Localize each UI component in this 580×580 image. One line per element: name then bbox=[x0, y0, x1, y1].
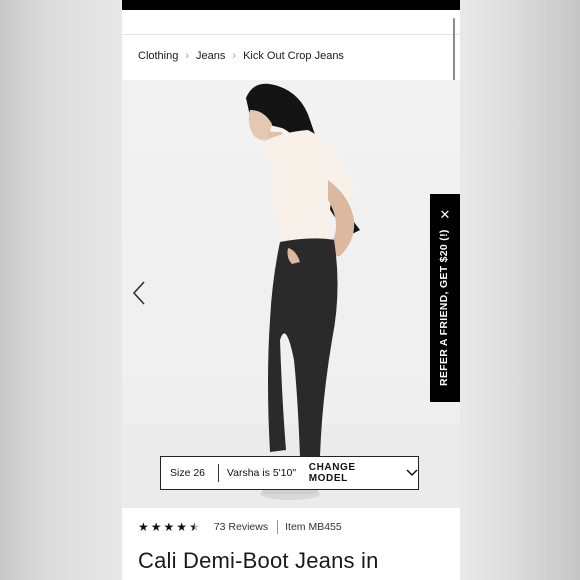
star-rating[interactable]: ★ ★ ★ ★ ★ bbox=[138, 521, 202, 533]
refer-friend-label[interactable]: REFER A FRIEND, GET $20 (!) bbox=[438, 229, 452, 386]
close-icon[interactable]: ✕ bbox=[438, 208, 452, 222]
model-size: Size 26 bbox=[170, 467, 206, 479]
model-figure bbox=[246, 83, 360, 500]
divider bbox=[217, 464, 219, 482]
refer-friend-tab[interactable]: ✕ REFER A FRIEND, GET $20 (!) bbox=[430, 194, 460, 402]
reviews-row: ★ ★ ★ ★ ★ 73 Reviews Item MB455 bbox=[138, 520, 342, 534]
top-status-strip bbox=[122, 0, 460, 10]
breadcrumb-clothing[interactable]: Clothing bbox=[138, 50, 178, 62]
product-image[interactable] bbox=[122, 80, 460, 508]
chevron-down-icon[interactable] bbox=[406, 469, 418, 477]
chevron-right-icon: › bbox=[185, 50, 190, 62]
breadcrumb: Clothing › Jeans › Kick Out Crop Jeans bbox=[138, 48, 344, 64]
model-height: Varsha is 5'10" bbox=[226, 467, 297, 479]
change-model-button[interactable]: CHANGE MODEL bbox=[309, 462, 398, 484]
divider bbox=[277, 520, 279, 534]
review-count[interactable]: 73 Reviews bbox=[214, 521, 268, 533]
background-left bbox=[0, 0, 122, 580]
star-full-icon: ★ bbox=[176, 520, 188, 534]
scrollbar[interactable] bbox=[453, 18, 455, 88]
breadcrumb-current[interactable]: Kick Out Crop Jeans bbox=[243, 50, 344, 62]
product-title: Cali Demi-Boot Jeans in bbox=[138, 548, 379, 573]
model-info-bar[interactable]: Size 26 Varsha is 5'10" CHANGE MODEL bbox=[160, 456, 419, 490]
star-half-icon: ★ bbox=[189, 520, 200, 534]
star-full-icon: ★ bbox=[150, 520, 162, 534]
item-number: Item MB455 bbox=[285, 521, 342, 533]
star-full-icon: ★ bbox=[138, 520, 149, 534]
breadcrumb-jeans[interactable]: Jeans bbox=[196, 50, 225, 62]
background-right bbox=[460, 0, 580, 580]
chevron-right-icon: › bbox=[232, 50, 237, 62]
mobile-screen: Madewell Clothing › Jeans › Kick Out Cro… bbox=[122, 0, 460, 580]
star-full-icon: ★ bbox=[163, 520, 175, 534]
chevron-left-icon[interactable] bbox=[132, 280, 146, 306]
